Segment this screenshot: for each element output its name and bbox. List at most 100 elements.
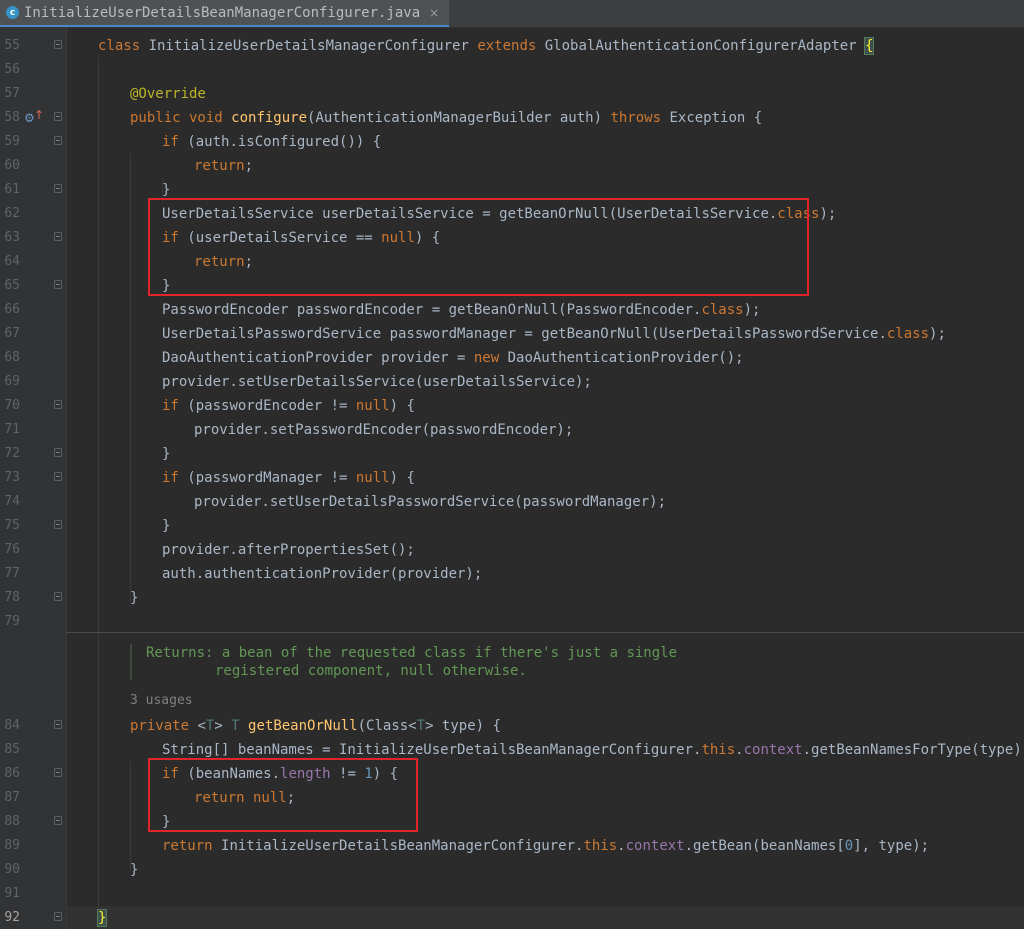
code-text[interactable]: } xyxy=(130,586,138,610)
usages-hint[interactable]: 3 usages xyxy=(130,693,193,708)
code-line[interactable]: 70 if (passwordEncoder != null) { xyxy=(0,394,1024,418)
code-token: (passwordManager != xyxy=(187,470,356,486)
fold-marker-icon[interactable] xyxy=(54,280,62,289)
code-text[interactable]: if (auth.isConfigured()) { xyxy=(162,130,381,154)
code-token: { xyxy=(863,37,875,55)
code-line[interactable]: 60 return; xyxy=(0,154,1024,178)
code-text[interactable]: PasswordEncoder passwordEncoder = getBea… xyxy=(162,298,760,322)
code-line[interactable]: 84 private <T> T getBeanOrNull(Class<T> t… xyxy=(0,714,1024,738)
code-text[interactable]: provider.setPasswordEncoder(passwordEnco… xyxy=(194,418,573,442)
code-text[interactable]: return InitializeUserDetailsBeanManagerC… xyxy=(162,834,929,858)
line-number: 89 xyxy=(4,838,20,853)
code-token: private xyxy=(130,718,198,734)
fold-marker-icon[interactable] xyxy=(54,232,62,241)
code-token: this xyxy=(583,838,618,854)
go-to-super-arrow-icon[interactable]: ↑ xyxy=(34,108,44,122)
fold-marker-icon[interactable] xyxy=(54,184,62,193)
code-line[interactable]: 59 if (auth.isConfigured()) { xyxy=(0,130,1024,154)
code-line[interactable]: 68 DaoAuthenticationProvider provider = n… xyxy=(0,346,1024,370)
code-line[interactable]: 79 xyxy=(0,610,1024,634)
code-text[interactable]: DaoAuthenticationProvider provider = new… xyxy=(162,346,744,370)
code-token: context xyxy=(743,742,803,758)
code-text[interactable]: return; xyxy=(194,154,253,178)
fold-marker-icon[interactable] xyxy=(54,40,62,49)
code-token: InitializeUserDetailsManagerConfigurer xyxy=(148,38,478,54)
code-line[interactable]: 57 @Override xyxy=(0,82,1024,106)
code-token: UserDetailsPasswordService passwordManag… xyxy=(162,326,887,342)
code-token: . xyxy=(735,742,744,758)
code-line[interactable]: 67 UserDetailsPasswordService passwordMan… xyxy=(0,322,1024,346)
fold-marker-icon[interactable] xyxy=(54,768,62,777)
code-line[interactable]: 71 provider.setPasswordEncoder(passwordEn… xyxy=(0,418,1024,442)
code-line[interactable]: 91 xyxy=(0,882,1024,906)
code-token: } xyxy=(130,590,139,606)
line-number: 86 xyxy=(4,766,20,781)
fold-marker-icon[interactable] xyxy=(54,592,62,601)
code-text[interactable]: UserDetailsPasswordService passwordManag… xyxy=(162,322,946,346)
code-line[interactable]: 75} xyxy=(0,514,1024,538)
code-token: new xyxy=(473,350,508,366)
line-number: 78 xyxy=(4,590,20,605)
code-text[interactable]: class InitializeUserDetailsManagerConfig… xyxy=(98,34,875,58)
line-number: 87 xyxy=(4,790,20,805)
line-number: 55 xyxy=(4,38,20,53)
code-token: provider.setPasswordEncoder(passwordEnco… xyxy=(194,422,574,438)
code-text[interactable]: provider.afterPropertiesSet(); xyxy=(162,538,415,562)
code-text[interactable]: } xyxy=(162,514,170,538)
code-line[interactable]: 77 auth.authenticationProvider(provider); xyxy=(0,562,1024,586)
code-line[interactable]: 72} xyxy=(0,442,1024,466)
code-text[interactable]: private <T> T getBeanOrNull(Class<T> typ… xyxy=(130,714,501,738)
close-icon[interactable]: × xyxy=(429,6,439,20)
code-token: ; xyxy=(244,158,254,174)
code-line[interactable]: 69 provider.setUserDetailsService(userDet… xyxy=(0,370,1024,394)
code-text[interactable]: auth.authenticationProvider(provider); xyxy=(162,562,482,586)
line-number: 74 xyxy=(4,494,20,509)
code-line[interactable]: 76 provider.afterPropertiesSet(); xyxy=(0,538,1024,562)
code-line[interactable]: 73 if (passwordManager != null) { xyxy=(0,466,1024,490)
code-line[interactable]: 74 provider.setUserDetailsPasswordService… xyxy=(0,490,1024,514)
fold-marker-icon[interactable] xyxy=(54,400,62,409)
code-line[interactable]: 92} xyxy=(0,906,1024,929)
code-token: if xyxy=(162,470,188,486)
code-text[interactable]: } xyxy=(162,442,170,466)
code-token: null xyxy=(355,470,390,486)
line-number: 75 xyxy=(4,518,20,533)
java-class-icon: c xyxy=(6,6,19,19)
code-text[interactable]: @Override xyxy=(130,82,206,106)
code-line[interactable]: 66 PasswordEncoder passwordEncoder = getB… xyxy=(0,298,1024,322)
code-line[interactable]: 89 return InitializeUserDetailsBeanManage… xyxy=(0,834,1024,858)
fold-marker-icon[interactable] xyxy=(54,520,62,529)
code-token: ); xyxy=(819,206,837,222)
rendered-javadoc[interactable]: Returns: a bean of the requested class i… xyxy=(130,644,677,680)
fold-marker-icon[interactable] xyxy=(54,448,62,457)
code-text[interactable]: } xyxy=(130,858,138,882)
code-token: } xyxy=(162,446,171,462)
fold-marker-icon[interactable] xyxy=(54,472,62,481)
fold-marker-icon[interactable] xyxy=(54,816,62,825)
fold-marker-icon[interactable] xyxy=(54,912,62,921)
line-number: 58 xyxy=(4,110,20,125)
line-number: 66 xyxy=(4,302,20,317)
fold-marker-icon[interactable] xyxy=(54,720,62,729)
code-token: (AuthenticationManagerBuilder auth) xyxy=(307,110,611,126)
tab-initialize-user-details[interactable]: c InitializeUserDetailsBeanManagerConfig… xyxy=(0,0,450,27)
line-number: 85 xyxy=(4,742,20,757)
code-token: DaoAuthenticationProvider provider = xyxy=(162,350,474,366)
code-text[interactable]: provider.setUserDetailsService(userDetai… xyxy=(162,370,592,394)
code-text[interactable]: public void configure(AuthenticationMana… xyxy=(130,106,762,130)
fold-marker-icon[interactable] xyxy=(54,136,62,145)
code-line[interactable]: 55 class InitializeUserDetailsManagerConf… xyxy=(0,34,1024,58)
code-text[interactable]: if (passwordEncoder != null) { xyxy=(162,394,415,418)
code-text[interactable]: } xyxy=(96,906,108,929)
code-line[interactable]: 78} xyxy=(0,586,1024,610)
line-number: 84 xyxy=(4,718,20,733)
fold-marker-icon[interactable] xyxy=(54,112,62,121)
code-editor[interactable]: 55 class InitializeUserDetailsManagerConf… xyxy=(0,27,1024,929)
code-line[interactable]: 90} xyxy=(0,858,1024,882)
code-text[interactable]: provider.setUserDetailsPasswordService(p… xyxy=(194,490,666,514)
code-token: ) { xyxy=(389,470,415,486)
code-text[interactable]: if (passwordManager != null) { xyxy=(162,466,415,490)
code-line[interactable]: 56 xyxy=(0,58,1024,82)
code-line[interactable]: 58 ⚙ ↑ public void configure(Authentication… xyxy=(0,106,1024,130)
code-token: throws xyxy=(610,110,670,126)
